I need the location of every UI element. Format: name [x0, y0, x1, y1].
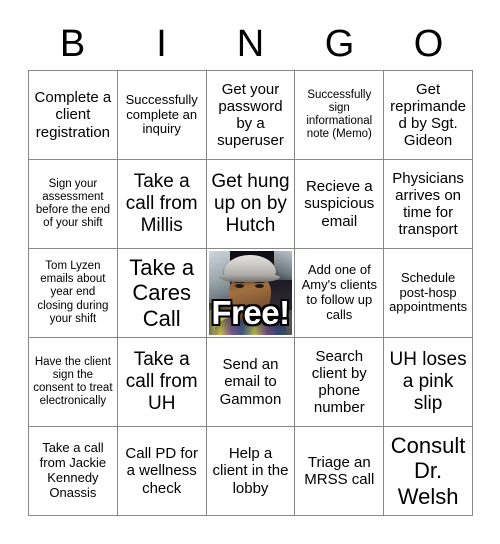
bingo-header-letter-g: G	[324, 23, 355, 65]
bingo-cell-text: Get your password by a superuser	[217, 80, 284, 150]
bingo-header-letter-i: I	[156, 23, 167, 65]
bingo-cell-o2[interactable]: Physicians arrives on time for transport	[384, 160, 473, 249]
bingo-card: B I N G O Complete a client registration…	[28, 18, 473, 516]
bingo-cell-o4[interactable]: UH loses a pink slip	[384, 338, 473, 427]
bingo-cell-b2[interactable]: Sign your assessment before the end of y…	[29, 160, 118, 249]
bingo-cell-o3[interactable]: Schedule post-hosp appointments	[384, 249, 473, 338]
photo-cap-brim	[219, 273, 280, 283]
bingo-cell-text: Search client by phone number	[311, 347, 367, 417]
bingo-cell-text: Get reprimanded by Sgt. Gideon	[390, 80, 467, 150]
bingo-header-letter-n: N	[236, 23, 265, 65]
bingo-cell-o1[interactable]: Get reprimanded by Sgt. Gideon	[384, 71, 473, 160]
bingo-cell-text: Take a call from Millis	[125, 171, 198, 236]
bingo-header-letter-b: B	[59, 23, 86, 65]
free-space-photo: Free!	[208, 251, 293, 335]
bingo-cell-text: Physicians arrives on time for transport	[392, 169, 464, 239]
bingo-header-row: B I N G O	[28, 18, 473, 70]
bingo-cell-n5[interactable]: Help a client in the lobby	[206, 427, 296, 516]
bingo-cell-text: Add one of Amy's clients to follow up ca…	[301, 262, 378, 322]
bingo-cell-g4[interactable]: Search client by phone number	[295, 338, 385, 427]
bingo-cell-free-space[interactable]: Free!	[206, 249, 296, 338]
bingo-cell-text: Call PD for a wellness check	[125, 445, 198, 497]
bingo-cell-i1[interactable]: Successfully complete an inquiry	[117, 71, 207, 160]
bingo-cell-text: Have the client sign the consent to trea…	[33, 355, 113, 408]
bingo-cell-text: Recieve a suspicious email	[304, 178, 375, 230]
bingo-cell-text: Successfully sign informational note (Me…	[306, 88, 373, 141]
bingo-grid: Complete a client registration Successfu…	[28, 70, 473, 516]
bingo-cell-g3[interactable]: Add one of Amy's clients to follow up ca…	[295, 249, 385, 338]
bingo-cell-text: Take a call from Jackie Kennedy Onassis	[39, 440, 107, 500]
bingo-cell-text: Schedule post-hosp appointments	[389, 269, 468, 315]
bingo-cell-n2[interactable]: Get hung up on by Hutch	[206, 160, 296, 249]
photo-eye-left	[234, 283, 244, 288]
free-space-label: Free!	[210, 294, 292, 332]
bingo-cell-text: Sign your assessment before the end of y…	[35, 177, 110, 230]
bingo-cell-text: Triage an MRSS call	[304, 453, 375, 488]
bingo-cell-i2[interactable]: Take a call from Millis	[117, 160, 207, 249]
bingo-cell-text: Tom Lyzen emails about year end closing …	[37, 259, 109, 325]
bingo-cell-text: Get hung up on by Hutch	[211, 171, 290, 236]
bingo-cell-i3[interactable]: Take a Cares Call	[117, 249, 207, 338]
bingo-cell-n1[interactable]: Get your password by a superuser	[206, 71, 296, 160]
bingo-cell-n4[interactable]: Send an email to Gammon	[206, 338, 296, 427]
bingo-cell-text: Complete a client registration	[34, 89, 112, 141]
bingo-cell-b3[interactable]: Tom Lyzen emails about year end closing …	[29, 249, 118, 338]
bingo-cell-text: Successfully complete an inquiry	[125, 91, 198, 137]
bingo-cell-g2[interactable]: Recieve a suspicious email	[295, 160, 385, 249]
bingo-cell-i4[interactable]: Take a call from UH	[117, 338, 207, 427]
bingo-cell-g1[interactable]: Successfully sign informational note (Me…	[295, 71, 385, 160]
bingo-cell-i5[interactable]: Call PD for a wellness check	[117, 427, 207, 516]
bingo-cell-text: Send an email to Gammon	[219, 356, 282, 408]
bingo-cell-b5[interactable]: Take a call from Jackie Kennedy Onassis	[29, 427, 118, 516]
bingo-cell-g5[interactable]: Triage an MRSS call	[295, 427, 385, 516]
bingo-cell-text: Take a Cares Call	[129, 255, 195, 331]
bingo-cell-o5[interactable]: Consult Dr. Welsh	[384, 427, 473, 516]
bingo-header-letter-o: O	[413, 23, 444, 65]
bingo-cell-text: Help a client in the lobby	[212, 445, 289, 497]
bingo-cell-text: Take a call from UH	[125, 349, 198, 414]
bingo-cell-b4[interactable]: Have the client sign the consent to trea…	[29, 338, 118, 427]
bingo-cell-text: Consult Dr. Welsh	[390, 433, 466, 509]
bingo-cell-b1[interactable]: Complete a client registration	[29, 71, 118, 160]
photo-eye-right	[254, 283, 264, 288]
bingo-cell-text: UH loses a pink slip	[389, 349, 467, 414]
